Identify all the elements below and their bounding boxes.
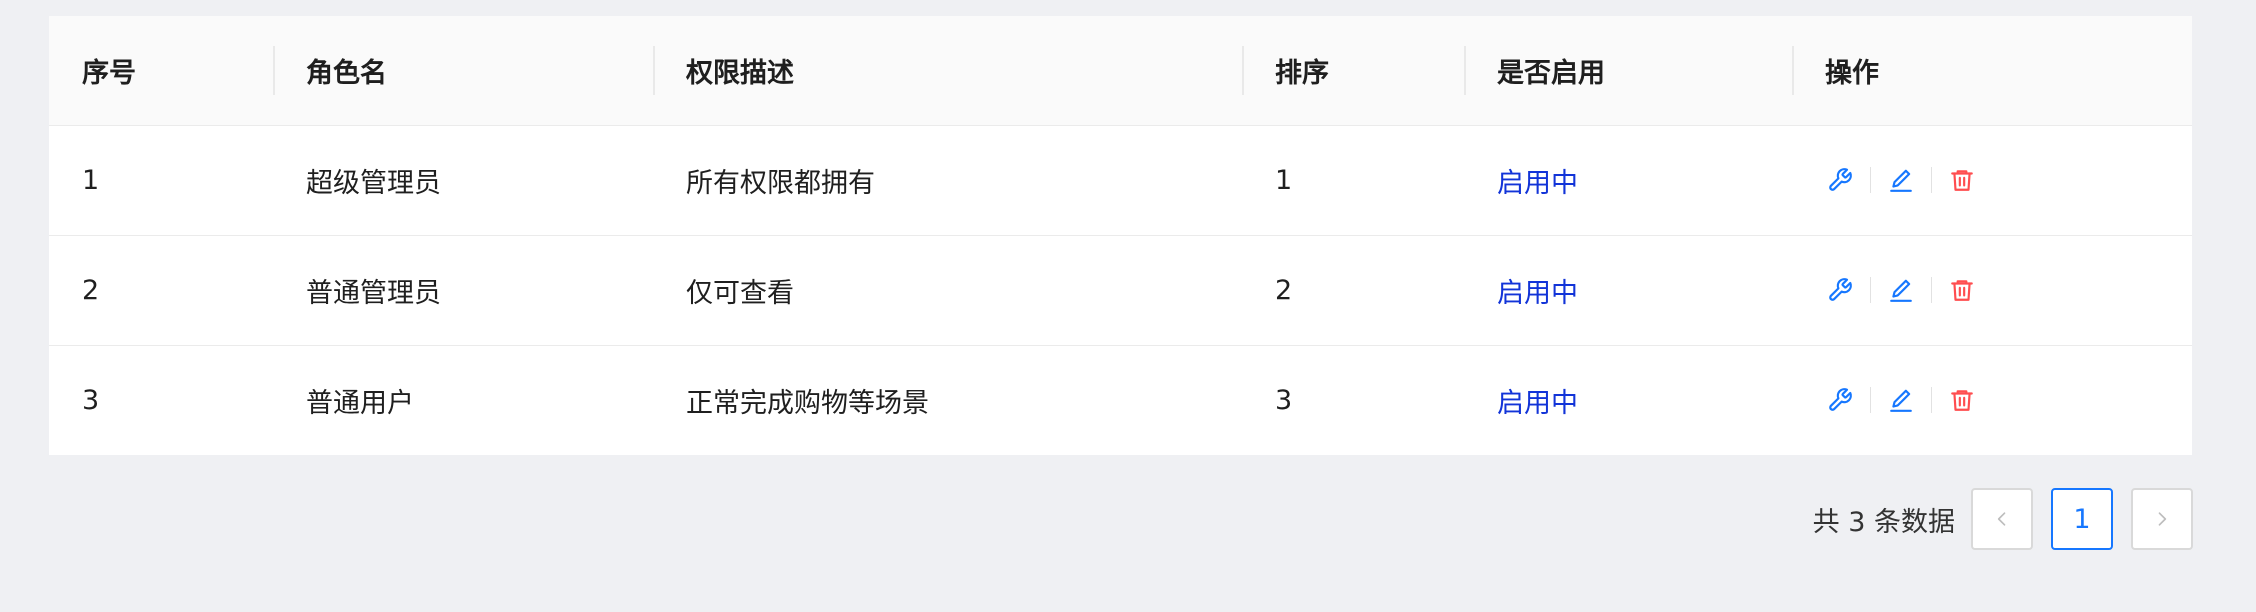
edit-icon[interactable]: [1886, 385, 1916, 415]
action-divider: [1870, 167, 1871, 193]
cell-actions: [1792, 125, 2192, 235]
header-permission-desc: 权限描述: [653, 16, 1242, 126]
delete-icon[interactable]: [1947, 385, 1977, 415]
delete-icon[interactable]: [1947, 275, 1977, 305]
action-divider: [1931, 387, 1932, 414]
cell-index: 3: [49, 344, 273, 455]
cell-index: 1: [82, 164, 100, 196]
table-row: 1 超级管理员 所有权限都拥有 1 启用中: [49, 125, 2192, 235]
pagination: 共 3 条数据 1: [1813, 487, 2193, 551]
chevron-left-icon: [1997, 512, 2006, 526]
cell-role-name: 普通管理员: [273, 234, 653, 345]
chevron-right-icon: [2158, 512, 2167, 526]
header-separator: [1792, 46, 1794, 95]
cell-status: 启用中: [1497, 167, 1578, 199]
cell-role-name: 普通用户: [273, 344, 653, 455]
wrench-icon[interactable]: [1825, 165, 1855, 195]
table-row: 2 普通管理员 仅可查看 2 启用中: [49, 234, 2192, 345]
prev-page-button[interactable]: [1971, 488, 2033, 550]
action-divider: [1931, 167, 1932, 193]
header-separator: [1242, 46, 1244, 95]
next-page-button[interactable]: [2131, 488, 2193, 550]
cell-actions: [1792, 344, 2192, 455]
page-1-button[interactable]: 1: [2051, 488, 2113, 550]
edit-icon[interactable]: [1886, 275, 1916, 305]
cell-sort: 1: [1275, 164, 1293, 196]
header-index: 序号: [49, 16, 273, 126]
action-divider: [1870, 277, 1871, 303]
cell-permission-desc: 所有权限都拥有: [686, 167, 875, 199]
header-separator: [653, 46, 655, 95]
header-sort: 排序: [1242, 16, 1464, 126]
header-enabled: 是否启用: [1464, 16, 1792, 126]
cell-sort: 3: [1242, 344, 1464, 455]
wrench-icon[interactable]: [1825, 275, 1855, 305]
cell-status: 启用中: [1464, 234, 1792, 345]
total-count: 共 3 条数据: [1812, 506, 1955, 538]
cell-index: 2: [49, 234, 273, 345]
edit-icon[interactable]: [1886, 165, 1916, 195]
header-role-name: 角色名: [273, 16, 653, 126]
cell-status: 启用中: [1464, 344, 1792, 455]
header-separator: [1464, 46, 1466, 95]
cell-permission-desc: 正常完成购物等场景: [653, 344, 1242, 455]
header-actions: 操作: [1792, 16, 2192, 126]
wrench-icon[interactable]: [1825, 385, 1855, 415]
action-divider: [1931, 277, 1932, 303]
header-separator: [273, 46, 275, 95]
table-header-row: 序号 角色名 权限描述 排序 是否启用 操作: [49, 16, 2192, 126]
action-divider: [1870, 387, 1871, 414]
cell-actions: [1792, 234, 2192, 345]
roles-table-container: 序号 角色名 权限描述 排序 是否启用 操作 1 超级管理员 所有权限都拥有 1…: [49, 16, 2192, 455]
cell-permission-desc: 仅可查看: [653, 234, 1242, 345]
cell-sort: 2: [1242, 234, 1464, 345]
cell-role-name: 超级管理员: [306, 167, 441, 199]
table-row: 3 普通用户 正常完成购物等场景 3 启用中: [49, 344, 2192, 455]
roles-table: 序号 角色名 权限描述 排序 是否启用 操作 1 超级管理员 所有权限都拥有 1…: [49, 16, 2192, 455]
delete-icon[interactable]: [1947, 165, 1977, 195]
